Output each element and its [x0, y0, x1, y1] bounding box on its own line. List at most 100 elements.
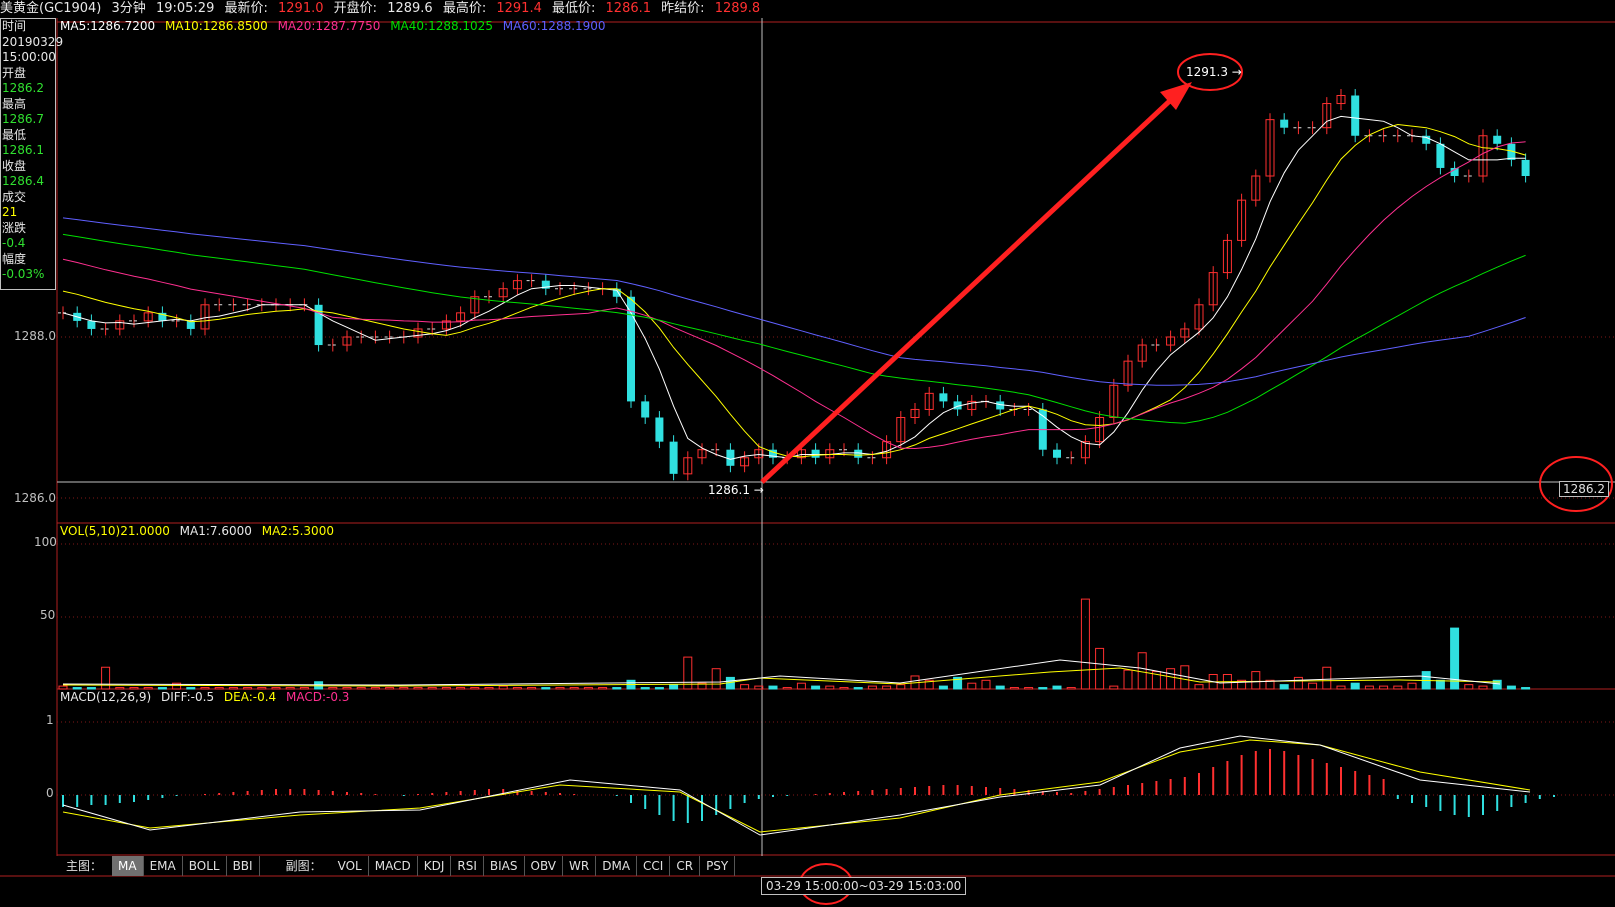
- volume-bar: [441, 687, 451, 690]
- bar-open-label: 开盘: [2, 65, 27, 80]
- volume-bar: [1279, 684, 1289, 690]
- volume-bar: [1066, 687, 1076, 690]
- volume-bar: [896, 684, 906, 690]
- volume-bar: [768, 685, 778, 690]
- candle: [811, 449, 820, 458]
- volume-bar: [1009, 687, 1019, 690]
- volume-bar: [782, 687, 792, 690]
- candle: [1280, 119, 1289, 128]
- volume-bar: [1166, 668, 1176, 690]
- bar-close: 1286.4: [2, 174, 44, 188]
- macd-diff-line: [62, 735, 1531, 836]
- volume-bar: [470, 687, 480, 690]
- axis-macd-0: 0: [46, 786, 54, 800]
- indicator-tabbar: 主图： MA EMA BOLL BBI 副图： VOL MACD KDJ RSI…: [56, 856, 736, 876]
- volume-bar: [200, 687, 210, 690]
- tab-macd[interactable]: MACD: [369, 856, 418, 876]
- volume-bar: [1506, 685, 1516, 690]
- volume-bar: [86, 687, 96, 690]
- ma5-legend: MA5:1286.7200: [60, 19, 156, 33]
- tab-cr[interactable]: CR: [670, 856, 701, 876]
- tab-ema[interactable]: EMA: [144, 856, 183, 876]
- bar-high: 1286.7: [2, 112, 44, 126]
- volume-bar: [1293, 676, 1303, 690]
- volume-bar: [612, 687, 622, 690]
- volume-bar: [356, 687, 366, 690]
- volume-bar: [825, 685, 835, 690]
- bar-close-label: 收盘: [2, 158, 27, 173]
- candle: [1521, 159, 1530, 176]
- bar-pct: -0.03%: [2, 267, 45, 281]
- tab-psy[interactable]: PSY: [700, 856, 736, 876]
- ma5-line: [62, 115, 1526, 460]
- volume-bar: [1521, 687, 1531, 690]
- volume-bar: [101, 666, 111, 690]
- axis-vol-50: 50: [40, 608, 56, 622]
- volume-bar: [740, 684, 750, 690]
- volume-bar: [967, 682, 977, 690]
- volume-bar: [1435, 679, 1445, 690]
- macd-dea: DEA:-0.4: [223, 690, 277, 704]
- tab-obv[interactable]: OBV: [525, 856, 564, 876]
- volume-bar: [257, 687, 267, 690]
- volume-bar: [72, 687, 82, 690]
- vol-legend-value: VOL(5,10)21.0000: [60, 524, 170, 538]
- volume-bar: [243, 687, 253, 690]
- volume-bar: [995, 685, 1005, 690]
- tab-vol[interactable]: VOL: [332, 856, 369, 876]
- tab-cci[interactable]: CCI: [637, 856, 671, 876]
- vol-ma2: MA2:5.3000: [261, 524, 334, 538]
- volume-bar: [555, 687, 565, 690]
- volume-bar: [938, 685, 948, 690]
- volume-bar: [654, 687, 664, 690]
- volume-bar: [285, 687, 295, 690]
- volume-bar: [1464, 684, 1474, 690]
- volume-bar: [271, 687, 281, 690]
- volume-bar: [853, 687, 863, 690]
- axis-1286: 1286.0: [14, 491, 56, 505]
- tab-dma[interactable]: DMA: [596, 856, 638, 876]
- macd-params: MACD(12,26,9): [60, 690, 152, 704]
- tab-bias[interactable]: BIAS: [484, 856, 525, 876]
- main-chart-label: 主图：: [66, 859, 103, 873]
- volume-bar: [484, 687, 494, 690]
- candle: [87, 320, 96, 329]
- bar-open: 1286.2: [2, 81, 44, 95]
- macd-dea-line: [62, 739, 1531, 833]
- high-mark-label: 1291.3 →: [1186, 65, 1242, 79]
- volume-bar: [1350, 682, 1360, 690]
- volume-bar: [115, 687, 125, 690]
- bar-pct-label: 幅度: [2, 251, 27, 266]
- vol-legend: VOL(5,10)21.0000 MA1:7.6000 MA2:5.3000: [60, 524, 340, 538]
- tab-bbi[interactable]: BBI: [227, 856, 260, 876]
- bar-chg: -0.4: [2, 236, 26, 250]
- volume-bar: [1109, 685, 1119, 690]
- volume-bar: [1478, 685, 1488, 690]
- tab-ma[interactable]: MA: [112, 856, 144, 876]
- volume-bar: [512, 687, 522, 690]
- tab-wr[interactable]: WR: [563, 856, 597, 876]
- volume-bar: [669, 684, 679, 690]
- ma40-legend: MA40:1288.1025: [390, 19, 493, 33]
- ma20-line: [62, 141, 1526, 450]
- volume-bar: [1407, 682, 1417, 690]
- volume-bar: [58, 685, 68, 690]
- volume-bar: [498, 685, 508, 690]
- volume-bar: [981, 679, 991, 690]
- volume-bar: [157, 687, 167, 690]
- tab-rsi[interactable]: RSI: [451, 856, 484, 876]
- candle: [641, 401, 650, 418]
- tab-kdj[interactable]: KDJ: [418, 856, 452, 876]
- candle: [1436, 143, 1445, 168]
- tab-boll[interactable]: BOLL: [183, 856, 227, 876]
- kline-chart[interactable]: 1291.3 → 1286.1 →: [0, 0, 1615, 907]
- cursor-price-box: 1286.2: [1559, 481, 1609, 497]
- volume-bar: [427, 687, 437, 690]
- axis-1288: 1288.0: [14, 329, 56, 343]
- volume-bar: [711, 668, 721, 690]
- bar-high-label: 最高: [2, 96, 27, 111]
- axis-macd-1: 1: [46, 713, 54, 727]
- volume-bar: [186, 687, 196, 690]
- volume-bar: [399, 687, 409, 690]
- volume-bar: [796, 682, 806, 690]
